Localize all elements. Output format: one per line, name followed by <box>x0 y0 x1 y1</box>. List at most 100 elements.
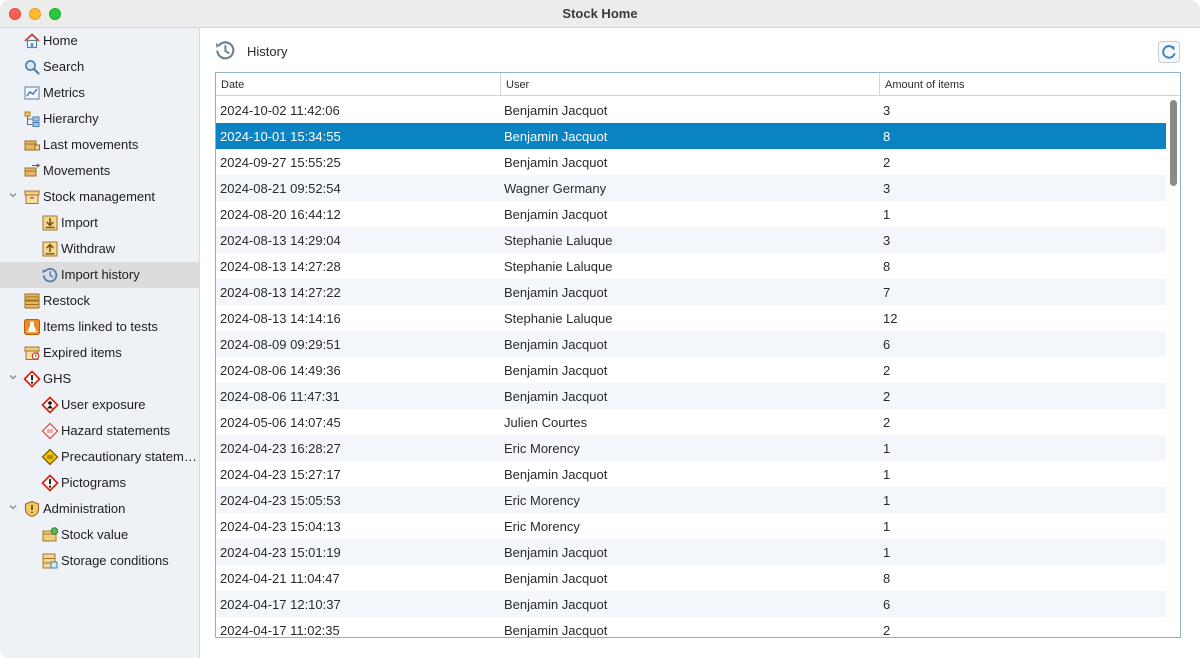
table-row[interactable]: 2024-04-23 15:04:13 Eric Morency 1 <box>216 513 1166 539</box>
sidebar-item-expired-items[interactable]: Expired items <box>0 340 200 366</box>
cell-user: Julien Courtes <box>504 415 588 430</box>
table-row[interactable]: 2024-04-21 11:04:47 Benjamin Jacquot 8 <box>216 565 1166 591</box>
sidebar-item-label: Stock management <box>43 189 156 204</box>
sidebar-item-home[interactable]: Home <box>0 28 200 54</box>
table-row[interactable]: 2024-04-17 12:10:37 Benjamin Jacquot 6 <box>216 591 1166 617</box>
cell-amount: 1 <box>883 207 891 222</box>
column-header-amount[interactable]: Amount of items <box>879 73 1180 96</box>
sidebar-item-label: Administration <box>43 501 126 516</box>
sidebar-item-search[interactable]: Search <box>0 54 200 80</box>
movements-icon <box>23 162 41 180</box>
cell-date: 2024-04-21 11:04:47 <box>220 571 340 586</box>
table-row[interactable]: 2024-08-06 14:49:36 Benjamin Jacquot 2 <box>216 357 1166 383</box>
sidebar-item-stock-value[interactable]: Stock value <box>0 522 200 548</box>
sidebar-item-pictograms[interactable]: Pictograms <box>0 470 200 496</box>
main-panel: History Date User Amount of items 2024-1… <box>201 28 1200 658</box>
cell-user: Benjamin Jacquot <box>504 207 608 222</box>
cell-user: Stephanie Laluque <box>504 233 613 248</box>
search-icon <box>23 58 41 76</box>
sidebar-item-items-linked-to-tests[interactable]: Items linked to tests <box>0 314 200 340</box>
sidebar-item-ghs[interactable]: GHS <box>0 366 200 392</box>
flask-icon <box>23 318 41 336</box>
chevron-down-icon[interactable] <box>7 372 19 384</box>
sidebar-item-label: Pictograms <box>61 475 127 490</box>
sidebar-item-stock-management[interactable]: Stock management <box>0 184 200 210</box>
sidebar-item-restock[interactable]: Restock <box>0 288 200 314</box>
history-table: Date User Amount of items 2024-10-02 11:… <box>215 72 1181 638</box>
window-title: Stock Home <box>562 6 638 21</box>
cell-user: Eric Morency <box>504 493 580 508</box>
table-row[interactable]: 2024-08-20 16:44:12 Benjamin Jacquot 1 <box>216 201 1166 227</box>
sidebar-item-import[interactable]: Import <box>0 210 200 236</box>
sidebar-item-withdraw[interactable]: Withdraw <box>0 236 200 262</box>
table-row[interactable]: 2024-08-13 14:27:28 Stephanie Laluque 8 <box>216 253 1166 279</box>
sidebar-item-label: Search <box>43 59 85 74</box>
cell-user: Eric Morency <box>504 441 580 456</box>
table-row[interactable]: 2024-08-06 11:47:31 Benjamin Jacquot 2 <box>216 383 1166 409</box>
refresh-button[interactable] <box>1158 41 1180 63</box>
sidebar-item-precautionary-statements[interactable]: Precautionary statements <box>0 444 200 470</box>
vertical-scrollbar[interactable] <box>1167 97 1180 637</box>
sidebar-item-metrics[interactable]: Metrics <box>0 80 200 106</box>
column-header-user[interactable]: User <box>500 73 879 96</box>
cell-amount: 3 <box>883 181 891 196</box>
table-row[interactable]: 2024-04-23 15:05:53 Eric Morency 1 <box>216 487 1166 513</box>
sidebar-item-movements[interactable]: Movements <box>0 158 200 184</box>
table-row[interactable]: 2024-10-02 11:42:06 Benjamin Jacquot 3 <box>216 97 1166 123</box>
sidebar-item-storage-conditions[interactable]: Storage conditions <box>0 548 200 574</box>
cell-date: 2024-08-06 14:49:36 <box>220 363 341 378</box>
table-row[interactable]: 2024-04-23 15:27:17 Benjamin Jacquot 1 <box>216 461 1166 487</box>
sidebar-item-administration[interactable]: Administration <box>0 496 200 522</box>
cell-user: Benjamin Jacquot <box>504 337 608 352</box>
cell-amount: 1 <box>883 467 891 482</box>
cell-user: Benjamin Jacquot <box>504 285 608 300</box>
history-icon <box>216 41 235 60</box>
sidebar-item-label: Precautionary statements <box>61 449 199 464</box>
cell-user: Benjamin Jacquot <box>504 103 608 118</box>
ghs-warning-icon <box>23 370 41 388</box>
cell-amount: 12 <box>883 311 898 326</box>
sidebar-item-last-movements[interactable]: Last movements <box>0 132 200 158</box>
cell-amount: 8 <box>883 259 891 274</box>
metrics-icon <box>23 84 41 102</box>
cell-amount: 6 <box>883 597 891 612</box>
sidebar-item-label: User exposure <box>61 397 146 412</box>
sidebar-item-hierarchy[interactable]: Hierarchy <box>0 106 200 132</box>
cell-amount: 1 <box>883 493 891 508</box>
sidebar-item-label: Hazard statements <box>61 423 171 438</box>
cell-user: Benjamin Jacquot <box>504 571 608 586</box>
cell-user: Benjamin Jacquot <box>504 389 608 404</box>
table-row[interactable]: 2024-04-23 15:01:19 Benjamin Jacquot 1 <box>216 539 1166 565</box>
hazard-icon <box>41 422 59 440</box>
cell-user: Benjamin Jacquot <box>504 467 608 482</box>
table-row[interactable]: 2024-08-09 09:29:51 Benjamin Jacquot 6 <box>216 331 1166 357</box>
sidebar-item-label: GHS <box>43 371 72 386</box>
table-row[interactable]: 2024-04-23 16:28:27 Eric Morency 1 <box>216 435 1166 461</box>
sidebar-item-import-history[interactable]: Import history <box>0 262 200 288</box>
cell-date: 2024-08-21 09:52:54 <box>220 181 341 196</box>
table-row[interactable]: 2024-05-06 14:07:45 Julien Courtes 2 <box>216 409 1166 435</box>
chevron-down-icon[interactable] <box>7 190 19 202</box>
import-icon <box>41 214 59 232</box>
sidebar-item-label: Hierarchy <box>43 111 99 126</box>
cell-amount: 8 <box>883 129 891 144</box>
sidebar: Home Search Metrics Hierarchy Last movements… <box>0 28 200 658</box>
table-row[interactable]: 2024-08-13 14:29:04 Stephanie Laluque 3 <box>216 227 1166 253</box>
table-row[interactable]: 2024-08-21 09:52:54 Wagner Germany 3 <box>216 175 1166 201</box>
table-row[interactable]: 2024-08-13 14:27:22 Benjamin Jacquot 7 <box>216 279 1166 305</box>
chevron-down-icon[interactable] <box>7 502 19 514</box>
scrollbar-thumb[interactable] <box>1170 100 1177 186</box>
expired-icon <box>23 344 41 362</box>
column-header-date[interactable]: Date <box>216 73 500 96</box>
precaution-icon <box>41 448 59 466</box>
table-row[interactable]: 2024-08-13 14:14:16 Stephanie Laluque 12 <box>216 305 1166 331</box>
table-row[interactable]: 2024-10-01 15:34:55 Benjamin Jacquot 8 <box>216 123 1166 149</box>
table-header: Date User Amount of items <box>216 73 1180 96</box>
cell-amount: 2 <box>883 623 891 638</box>
sidebar-item-label: Metrics <box>43 85 85 100</box>
table-row[interactable]: 2024-04-17 11:02:35 Benjamin Jacquot 2 <box>216 617 1166 638</box>
sidebar-item-user-exposure[interactable]: User exposure <box>0 392 200 418</box>
sidebar-item-hazard-statements[interactable]: Hazard statements <box>0 418 200 444</box>
table-row[interactable]: 2024-09-27 15:55:25 Benjamin Jacquot 2 <box>216 149 1166 175</box>
cell-user: Eric Morency <box>504 519 580 534</box>
